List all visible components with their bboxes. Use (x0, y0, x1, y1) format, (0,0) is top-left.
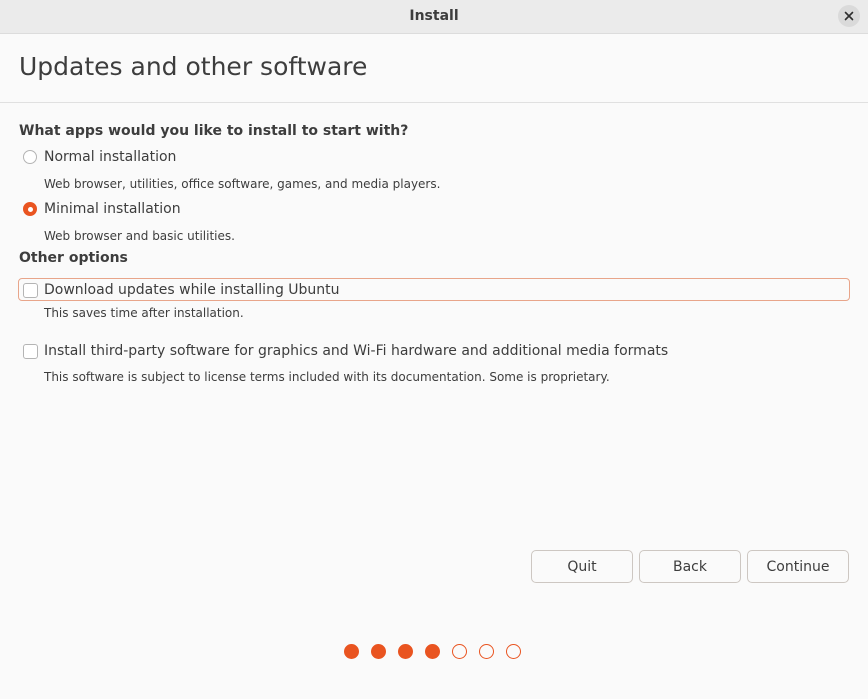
step-dot-completed (398, 644, 413, 659)
minimal-installation-label: Minimal installation (44, 201, 181, 217)
step-dot-pending (452, 644, 467, 659)
step-dot-completed (371, 644, 386, 659)
checkbox-unchecked-icon[interactable] (23, 282, 38, 298)
header-divider (0, 102, 868, 103)
third-party-software-checkbox[interactable]: Install third-party software for graphic… (20, 340, 668, 362)
download-updates-checkbox[interactable]: Download updates while installing Ubuntu (20, 279, 340, 301)
continue-button[interactable]: Continue (747, 550, 849, 583)
close-icon (844, 11, 854, 21)
apps-question-label: What apps would you like to install to s… (19, 123, 409, 139)
download-updates-description: This saves time after installation. (44, 306, 244, 320)
quit-button[interactable]: Quit (531, 550, 633, 583)
step-dot-completed (344, 644, 359, 659)
window-title: Install (409, 8, 459, 24)
step-dot-pending (479, 644, 494, 659)
third-party-software-description: This software is subject to license term… (44, 370, 610, 384)
step-dot-pending (506, 644, 521, 659)
third-party-software-label: Install third-party software for graphic… (44, 343, 669, 359)
step-dot-completed (425, 644, 440, 659)
radio-unchecked-icon[interactable] (23, 150, 37, 164)
other-options-heading: Other options (19, 250, 128, 266)
step-progress-indicator (344, 644, 521, 659)
checkbox-unchecked-icon[interactable] (23, 343, 38, 359)
normal-installation-description: Web browser, utilities, office software,… (44, 177, 441, 191)
minimal-installation-radio[interactable]: Minimal installation (20, 198, 181, 220)
radio-checked-icon[interactable] (23, 202, 37, 216)
minimal-installation-description: Web browser and basic utilities. (44, 229, 235, 243)
back-button[interactable]: Back (639, 550, 741, 583)
close-button[interactable] (838, 5, 860, 27)
title-bar: Install (0, 0, 868, 34)
download-updates-label: Download updates while installing Ubuntu (44, 282, 340, 298)
page-title: Updates and other software (19, 52, 368, 81)
normal-installation-label: Normal installation (44, 149, 177, 165)
normal-installation-radio[interactable]: Normal installation (20, 146, 176, 168)
